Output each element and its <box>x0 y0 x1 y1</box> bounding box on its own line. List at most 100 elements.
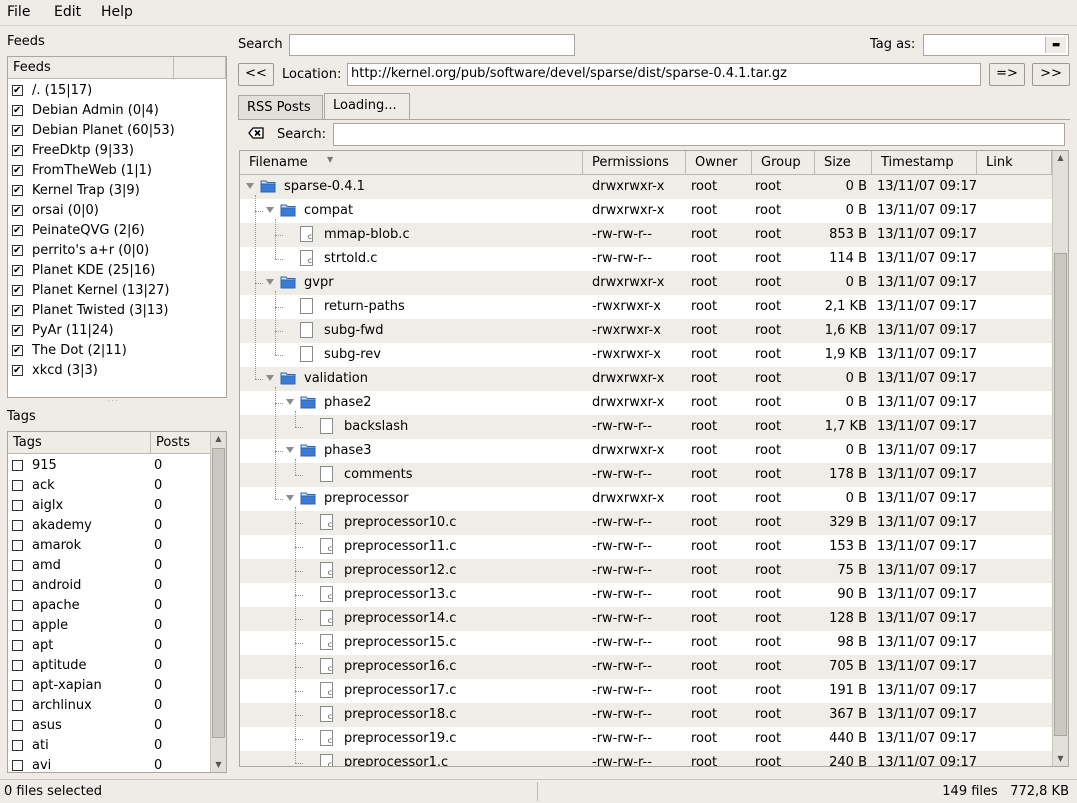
expander-icon[interactable] <box>266 279 274 285</box>
tab-loading[interactable]: Loading... <box>324 93 410 120</box>
file-row[interactable]: c preprocessor17.c -rw-rw-r-- root root 191 B… <box>240 679 1052 703</box>
file-row[interactable]: return-paths -rwxrwxr-x root root 2,1 KB 13/1… <box>240 295 1052 319</box>
feed-item[interactable]: orsai (0|0) <box>8 201 226 221</box>
menu-file[interactable]: File <box>7 4 30 20</box>
menu-help[interactable]: Help <box>101 4 133 20</box>
feed-item[interactable]: Planet Twisted (3|13) <box>8 301 226 321</box>
menu-edit[interactable]: Edit <box>54 4 81 20</box>
feed-checkbox[interactable] <box>12 165 23 176</box>
file-row[interactable]: c mmap-blob.c -rw-rw-r-- root root 853 B 13/11… <box>240 223 1052 247</box>
column-header-group[interactable]: Group <box>752 151 815 175</box>
file-row[interactable]: comments -rw-rw-r-- root root 178 B 13/11/07 … <box>240 463 1052 487</box>
go-button[interactable]: => <box>989 63 1025 86</box>
tag-item[interactable]: akademy 0 <box>8 516 208 536</box>
file-row[interactable]: c preprocessor1.c -rw-rw-r-- root root 240 B 1… <box>240 751 1052 766</box>
expander-icon[interactable] <box>266 375 274 381</box>
feed-checkbox[interactable] <box>12 285 23 296</box>
feed-item[interactable]: PyAr (11|24) <box>8 321 226 341</box>
column-header-size[interactable]: Size <box>815 151 872 175</box>
folder-row[interactable]: validation drwxrwxr-x root root 0 B 13/11/07 … <box>240 367 1052 391</box>
file-row[interactable]: c preprocessor16.c -rw-rw-r-- root root 705 B… <box>240 655 1052 679</box>
back-button[interactable]: << <box>238 63 274 86</box>
tag-item[interactable]: 915 0 <box>8 456 208 476</box>
location-input[interactable]: http://kernel.org/pub/software/devel/spa… <box>347 63 981 86</box>
splitter-handle[interactable]: · · · <box>108 399 124 405</box>
inner-search-input[interactable] <box>333 123 1065 146</box>
scroll-down-icon[interactable]: ▼ <box>1053 752 1068 766</box>
file-row[interactable]: c preprocessor18.c -rw-rw-r-- root root 367 B… <box>240 703 1052 727</box>
tag-item[interactable]: aiglx 0 <box>8 496 208 516</box>
file-row[interactable]: c preprocessor12.c -rw-rw-r-- root root 75 B 1… <box>240 559 1052 583</box>
feed-item[interactable]: Planet Kernel (13|27) <box>8 281 226 301</box>
tag-checkbox[interactable] <box>12 740 23 751</box>
feed-checkbox[interactable] <box>12 85 23 96</box>
expander-icon[interactable] <box>266 207 274 213</box>
expander-icon[interactable] <box>286 399 294 405</box>
feed-item[interactable]: FreeDktp (9|33) <box>8 141 226 161</box>
tag-checkbox[interactable] <box>12 720 23 731</box>
tag-checkbox[interactable] <box>12 500 23 511</box>
feed-item[interactable]: The Dot (2|11) <box>8 341 226 361</box>
tag-item[interactable]: apt-xapian 0 <box>8 676 208 696</box>
tag-checkbox[interactable] <box>12 560 23 571</box>
file-row[interactable]: subg-fwd -rwxrwxr-x root root 1,6 KB 13/11/07… <box>240 319 1052 343</box>
file-row[interactable]: c preprocessor11.c -rw-rw-r-- root root 153 B… <box>240 535 1052 559</box>
tag-as-combo[interactable]: ▬ <box>923 34 1069 56</box>
expander-icon[interactable] <box>286 447 294 453</box>
file-row[interactable]: c preprocessor10.c -rw-rw-r-- root root 329 B… <box>240 511 1052 535</box>
tag-checkbox[interactable] <box>12 760 23 771</box>
tag-item[interactable]: apache 0 <box>8 596 208 616</box>
file-row[interactable]: c preprocessor14.c -rw-rw-r-- root root 128 B… <box>240 607 1052 631</box>
tag-checkbox[interactable] <box>12 640 23 651</box>
feed-checkbox[interactable] <box>12 345 23 356</box>
expander-icon[interactable] <box>286 495 294 501</box>
tag-checkbox[interactable] <box>12 480 23 491</box>
forward-button[interactable]: >> <box>1032 63 1070 86</box>
feed-item[interactable]: Kernel Trap (3|9) <box>8 181 226 201</box>
folder-row[interactable]: phase3 drwxrwxr-x root root 0 B 13/11/07 09:1… <box>240 439 1052 463</box>
column-header-timestamp[interactable]: Timestamp <box>872 151 977 175</box>
feed-item[interactable]: /. (15|17) <box>8 81 226 101</box>
folder-row[interactable]: sparse-0.4.1 drwxrwxr-x root root 0 B 13/11/0… <box>240 175 1052 199</box>
tag-item[interactable]: aptitude 0 <box>8 656 208 676</box>
column-header-permissions[interactable]: Permissions <box>583 151 686 175</box>
tag-item[interactable]: apple 0 <box>8 616 208 636</box>
tag-checkbox[interactable] <box>12 680 23 691</box>
feed-item[interactable]: Debian Planet (60|53) <box>8 121 226 141</box>
feed-item[interactable]: perrito's a+r (0|0) <box>8 241 226 261</box>
feed-item[interactable]: Planet KDE (25|16) <box>8 261 226 281</box>
feed-checkbox[interactable] <box>12 365 23 376</box>
feed-checkbox[interactable] <box>12 225 23 236</box>
tag-checkbox[interactable] <box>12 580 23 591</box>
tag-item[interactable]: ack 0 <box>8 476 208 496</box>
feed-checkbox[interactable] <box>12 125 23 136</box>
feed-checkbox[interactable] <box>12 205 23 216</box>
feed-checkbox[interactable] <box>12 185 23 196</box>
column-header-owner[interactable]: Owner <box>686 151 752 175</box>
feed-item[interactable]: Debian Admin (0|4) <box>8 101 226 121</box>
file-row[interactable]: backslash -rw-rw-r-- root root 1,7 KB 13/11/0… <box>240 415 1052 439</box>
tag-item[interactable]: asus 0 <box>8 716 208 736</box>
combo-dropdown-icon[interactable]: ▬ <box>1045 37 1066 53</box>
expander-icon[interactable] <box>246 183 254 189</box>
scroll-up-icon[interactable]: ▲ <box>211 432 226 446</box>
feed-checkbox[interactable] <box>12 105 23 116</box>
tag-item[interactable]: avi 0 <box>8 756 208 772</box>
folder-row[interactable]: gvpr drwxrwxr-x root root 0 B 13/11/07 09:17 <box>240 271 1052 295</box>
file-table-scrollbar[interactable]: ▲ ▼ <box>1052 151 1068 766</box>
file-row[interactable]: subg-rev -rwxrwxr-x root root 1,9 KB 13/11/07… <box>240 343 1052 367</box>
feed-checkbox[interactable] <box>12 245 23 256</box>
feed-checkbox[interactable] <box>12 325 23 336</box>
file-row[interactable]: c preprocessor15.c -rw-rw-r-- root root 98 B 1… <box>240 631 1052 655</box>
tags-scrollbar[interactable]: ▲ ▼ <box>210 432 226 772</box>
file-row[interactable]: c preprocessor19.c -rw-rw-r-- root root 440 B… <box>240 727 1052 751</box>
tag-item[interactable]: amd 0 <box>8 556 208 576</box>
file-row[interactable]: c preprocessor13.c -rw-rw-r-- root root 90 B 1… <box>240 583 1052 607</box>
feed-item[interactable]: PeinateQVG (2|6) <box>8 221 226 241</box>
tab-rss-posts[interactable]: RSS Posts <box>238 95 323 119</box>
feeds-column-header-extra[interactable] <box>174 57 226 79</box>
tag-checkbox[interactable] <box>12 700 23 711</box>
tag-checkbox[interactable] <box>12 540 23 551</box>
tag-item[interactable]: archlinux 0 <box>8 696 208 716</box>
tag-checkbox[interactable] <box>12 460 23 471</box>
